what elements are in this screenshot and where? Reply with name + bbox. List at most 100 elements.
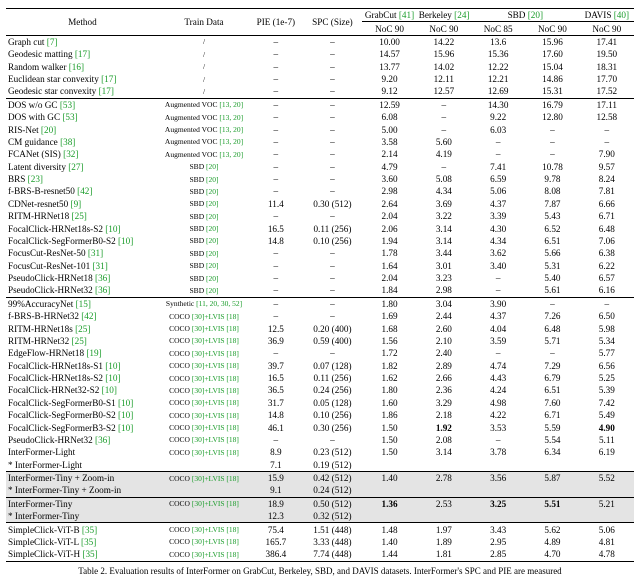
bk-cell: 3.01 <box>417 260 471 272</box>
s90-cell: 15.31 <box>525 85 579 98</box>
table-row: Geodesic star convexity [17]/ ––9.1212.5… <box>6 85 634 98</box>
pie-cell: – <box>249 260 302 272</box>
table-row: Euclidean star convexity [17]/ ––9.2012.… <box>6 73 634 85</box>
dv-cell: 9.57 <box>580 161 634 173</box>
s85-cell: – <box>471 434 525 446</box>
gc-cell: 1.69 <box>362 310 416 322</box>
bk-cell: 3.14 <box>417 235 471 247</box>
dv-cell: 6.16 <box>580 284 634 297</box>
gc-cell: 4.79 <box>362 161 416 173</box>
pie-cell: – <box>249 161 302 173</box>
train-cell: / <box>159 35 250 48</box>
dv-cell: 6.71 <box>580 210 634 222</box>
s85-cell: 14.30 <box>471 98 525 111</box>
s85-cell: 2.95 <box>471 536 525 548</box>
spc-cell: 0.30 (256) <box>302 421 362 433</box>
gc-cell: 2.98 <box>362 185 416 197</box>
table-row: 99%AccuracyNet [15]Synthetic [11, 20, 30… <box>6 297 634 310</box>
pie-cell: 36.9 <box>249 335 302 347</box>
train-cell: SBD [20] <box>159 235 250 247</box>
s85-cell <box>471 459 525 472</box>
pie-cell: – <box>249 123 302 135</box>
bk-cell: 3.69 <box>417 198 471 210</box>
pie-cell: – <box>249 61 302 73</box>
spc-cell: 0.24 (256) <box>302 384 362 396</box>
table-row: InterFormer-TinyCOCO [30]+LVIS [18]18.90… <box>6 497 634 510</box>
table-row: FocalClick-HRNet18s-S2 [10]COCO [30]+LVI… <box>6 372 634 384</box>
bk-cell: – <box>417 111 471 123</box>
col-grabcut: GrabCut [41] <box>362 9 416 22</box>
pie-cell: – <box>249 35 302 48</box>
table-row: Random walker [16]/ ––13.7714.0212.2215.… <box>6 61 634 73</box>
s90-cell: 14.86 <box>525 73 579 85</box>
pie-cell: 15.9 <box>249 471 302 484</box>
train-cell: SBD [20] <box>159 198 250 210</box>
dv-cell: 6.19 <box>580 446 634 458</box>
method-cell: RIS-Net [20] <box>6 123 159 135</box>
gc-cell: 3.60 <box>362 173 416 185</box>
train-cell: SBD [20] <box>159 260 250 272</box>
bk-cell: 2.60 <box>417 322 471 334</box>
s85-cell: 3.25 <box>471 497 525 510</box>
bk-cell: 14.02 <box>417 61 471 73</box>
spc-cell: – <box>302 85 362 98</box>
s90-cell: 5.62 <box>525 523 579 536</box>
dv-cell: 8.24 <box>580 173 634 185</box>
dv-cell: 7.42 <box>580 397 634 409</box>
train-cell: COCO [30]+LVIS [18] <box>159 335 250 347</box>
s85-cell: 3.62 <box>471 247 525 259</box>
bk-cell: 4.19 <box>417 148 471 160</box>
bk-cell: 4.34 <box>417 185 471 197</box>
s90-cell: 7.60 <box>525 397 579 409</box>
col-sbd-noc90: NoC 90 <box>525 22 579 35</box>
dv-cell: 19.50 <box>580 48 634 60</box>
train-cell: COCO [30]+LVIS [18] <box>159 536 250 548</box>
s85-cell: 5.06 <box>471 185 525 197</box>
pie-cell: – <box>249 85 302 98</box>
s85-cell: – <box>471 347 525 359</box>
dv-cell: 5.49 <box>580 409 634 421</box>
s85-cell: – <box>471 284 525 297</box>
method-cell: FocalClick-SegFormerB0-S2 [10] <box>6 409 159 421</box>
s85-cell: 3.39 <box>471 210 525 222</box>
method-cell: EdgeFlow-HRNet18 [19] <box>6 347 159 359</box>
method-cell: * InterFormer-Light <box>6 459 159 472</box>
pie-cell: 165.7 <box>249 536 302 548</box>
method-cell: FocalClick-SegFormerB3-S2 [10] <box>6 421 159 433</box>
dv-cell: 17.11 <box>580 98 634 111</box>
method-cell: DOS w/o GC [53] <box>6 98 159 111</box>
bk-cell: 2.08 <box>417 434 471 446</box>
pie-cell: 8.9 <box>249 446 302 458</box>
gc-cell <box>362 459 416 472</box>
s85-cell: 12.21 <box>471 73 525 85</box>
pie-cell: 14.8 <box>249 409 302 421</box>
gc-cell: 1.50 <box>362 446 416 458</box>
dv-cell: 5.06 <box>580 523 634 536</box>
gc-cell: 1.56 <box>362 335 416 347</box>
dv-cell: 17.41 <box>580 35 634 48</box>
spc-cell: – <box>302 173 362 185</box>
table-row: FocalClick-SegFormerB0-S1 [10]COCO [30]+… <box>6 397 634 409</box>
col-gc-noc90: NoC 90 <box>362 22 416 35</box>
spc-cell: 0.32 (512) <box>302 510 362 523</box>
pie-cell: – <box>249 111 302 123</box>
dv-cell: 5.52 <box>580 471 634 484</box>
table-row: InterFormer-LightCOCO [30]+LVIS [18]8.90… <box>6 446 634 458</box>
gc-cell: 1.50 <box>362 421 416 433</box>
bk-cell: 2.66 <box>417 372 471 384</box>
train-cell: SBD [20] <box>159 161 250 173</box>
train-cell: Augmented VOC [13, 20] <box>159 98 250 111</box>
bk-cell: – <box>417 161 471 173</box>
dv-cell <box>580 510 634 523</box>
spc-cell: 0.10 (256) <box>302 235 362 247</box>
method-cell: Latent diversity [27] <box>6 161 159 173</box>
bk-cell: 3.14 <box>417 446 471 458</box>
s90-cell: 5.71 <box>525 335 579 347</box>
table-row: RITM-HRNet18s [25]COCO [30]+LVIS [18]12.… <box>6 322 634 334</box>
train-cell: SBD [20] <box>159 210 250 222</box>
table-row: DOS w/o GC [53]Augmented VOC [13, 20]––1… <box>6 98 634 111</box>
dv-cell <box>580 484 634 497</box>
bk-cell: 2.44 <box>417 310 471 322</box>
spc-cell: 3.33 (448) <box>302 536 362 548</box>
train-cell: COCO [30]+LVIS [18] <box>159 523 250 536</box>
